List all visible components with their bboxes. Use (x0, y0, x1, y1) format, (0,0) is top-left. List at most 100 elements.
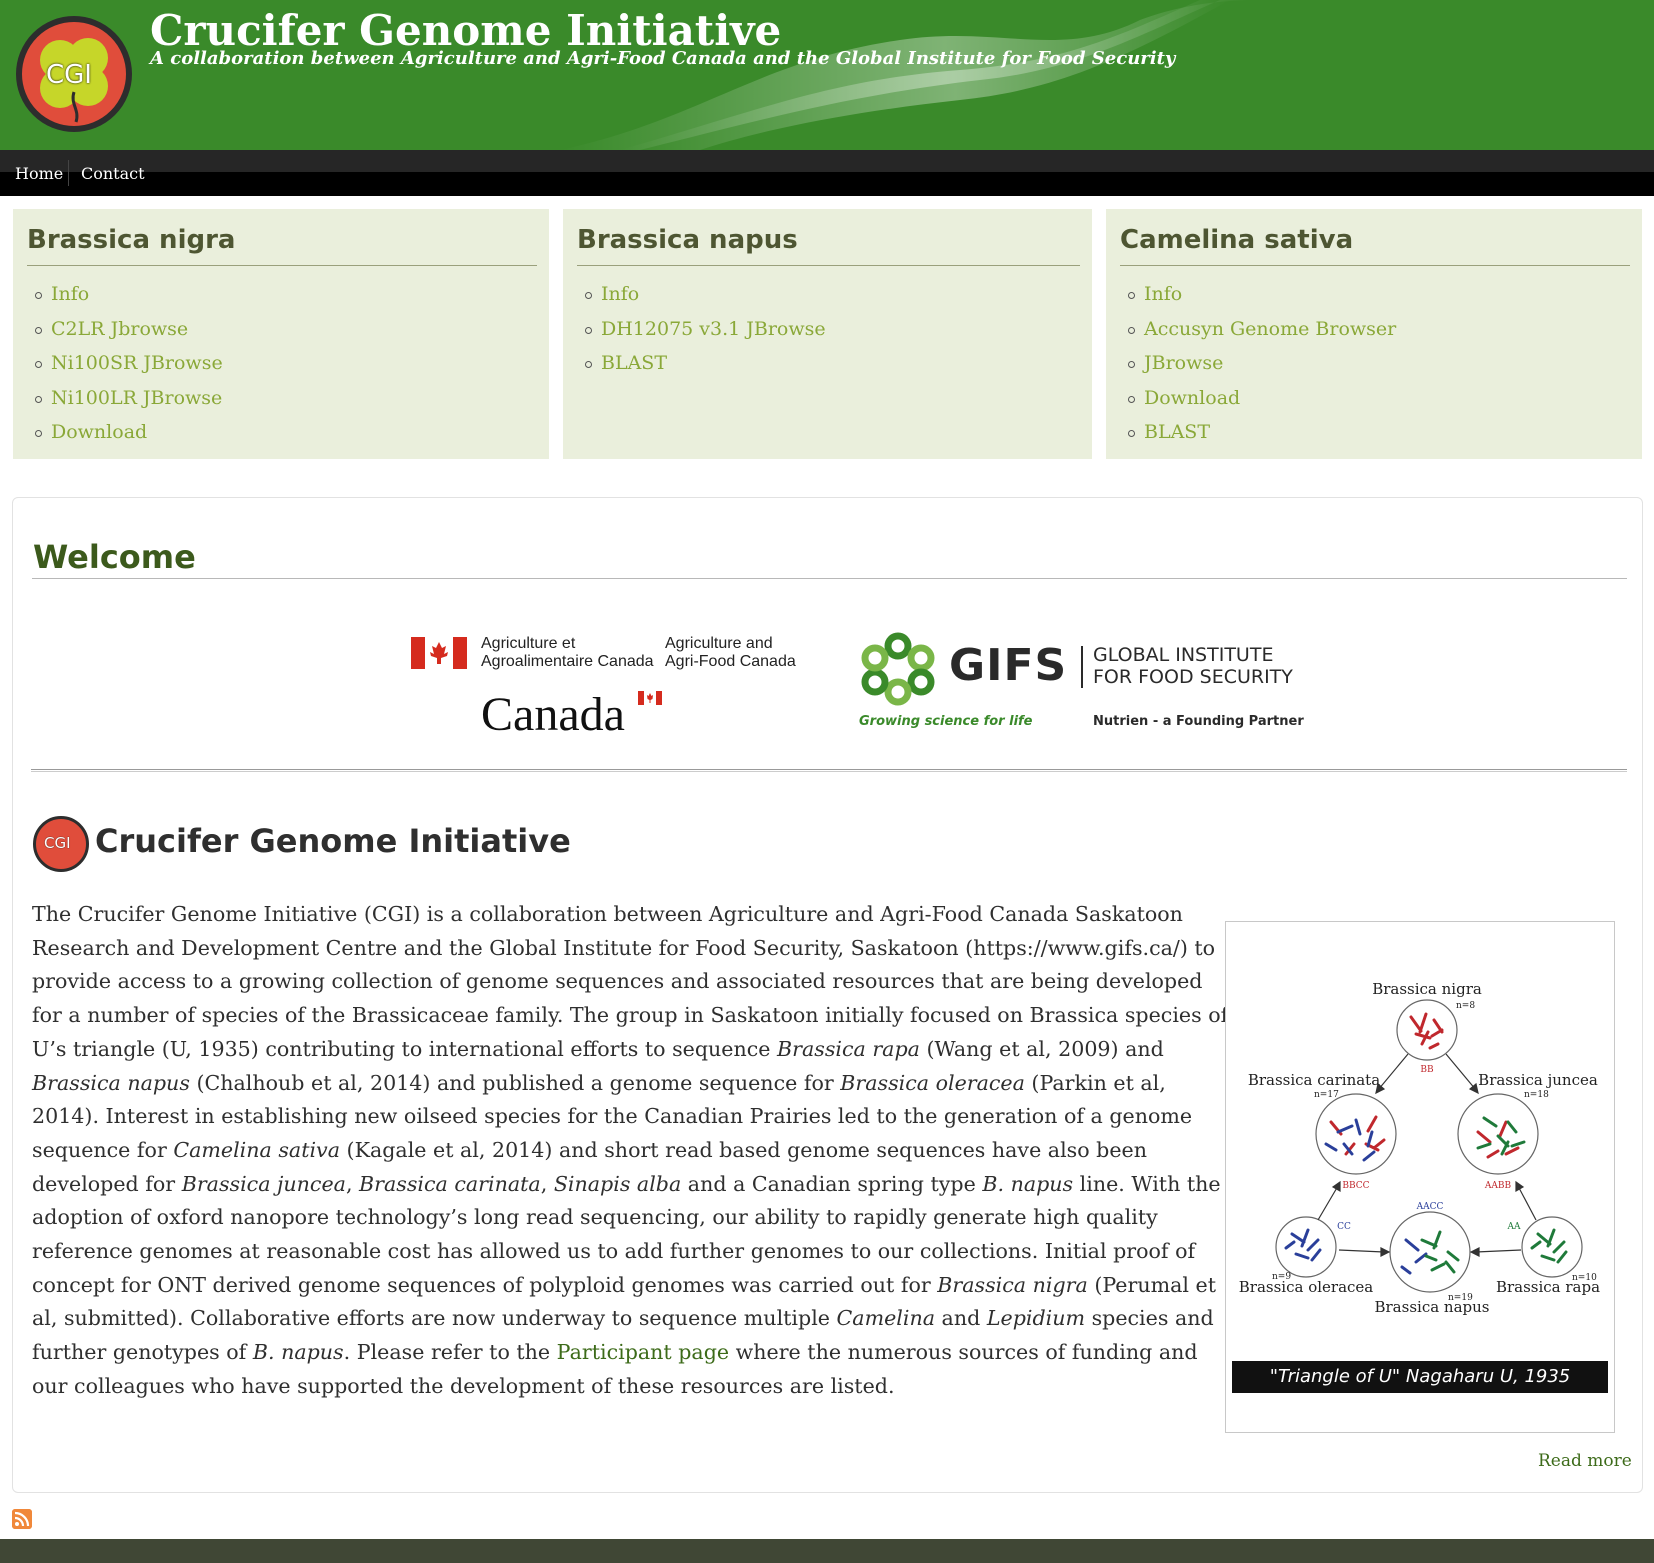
welcome-heading: Welcome (33, 538, 196, 576)
rss-feed-icon[interactable] (12, 1509, 32, 1529)
node-genome: AABB (1484, 1181, 1512, 1191)
welcome-divider (32, 578, 1627, 579)
aafc-fr-line2: Agroalimentaire Canada (481, 653, 654, 670)
aafc-english-name: Agriculture and Agri-Food Canada (665, 635, 796, 671)
text-run: (Wang et al, 2009) and (919, 1036, 1164, 1061)
text-run: , (540, 1171, 554, 1196)
panel-link-download[interactable]: Download (51, 421, 147, 443)
text-run: and (935, 1306, 987, 1331)
panel-link-c2lr-jbrowse[interactable]: C2LR Jbrowse (51, 318, 188, 340)
main-content: Welcome Agriculture et Agroalimentaire C… (12, 497, 1643, 1493)
list-item: BLAST (577, 346, 826, 381)
site-header: CGI Crucifer Genome Initiative A collabo… (0, 0, 1654, 150)
nav-contact-link[interactable]: Contact (81, 164, 145, 183)
participant-page-link[interactable]: Participant page (557, 1340, 729, 1364)
list-item: Download (1120, 381, 1396, 416)
node-chromosome-count: n=8 (1456, 1001, 1475, 1011)
species-name: Camelina (836, 1306, 935, 1331)
text-run: , (345, 1171, 360, 1196)
panel-link-dh12075-jbrowse[interactable]: DH12075 v3.1 JBrowse (601, 318, 826, 340)
section-divider (31, 769, 1627, 772)
main-nav: Home Contact (0, 150, 1654, 196)
read-more-link[interactable]: Read more (1538, 1451, 1632, 1471)
triangle-labels: Brassica nigra n=8 BB Brassica carinata … (1239, 980, 1600, 1316)
gifs-emblem-icon (861, 632, 935, 706)
aafc-en-line1: Agriculture and (665, 635, 773, 652)
logo-text: CGI (46, 60, 92, 90)
node-genome: CC (1337, 1222, 1351, 1232)
panel-link-accusyn[interactable]: Accusyn Genome Browser (1144, 318, 1396, 340)
figure-caption: "Triangle of U" Nagaharu U, 1935 (1232, 1361, 1608, 1393)
panel-link-list: Info DH12075 v3.1 JBrowse BLAST (577, 277, 826, 381)
aafc-french-name: Agriculture et Agroalimentaire Canada (481, 635, 654, 671)
list-item: C2LR Jbrowse (27, 312, 223, 347)
panel-title: Brassica nigra (27, 225, 236, 255)
list-item: BLAST (1120, 415, 1396, 450)
panel-brassica-napus: Brassica napus Info DH12075 v3.1 JBrowse… (563, 209, 1092, 459)
gifs-tagline: Growing science for life (859, 714, 1033, 729)
gifs-logo: GIFS GLOBAL INSTITUTE FOR FOOD SECURITY … (859, 632, 1304, 742)
text-run: (Chalhoub et al, 2014) and published a g… (189, 1070, 841, 1095)
panel-camelina-sativa: Camelina sativa Info Accusyn Genome Brow… (1106, 209, 1642, 459)
list-item: JBrowse (1120, 346, 1396, 381)
panel-link-info[interactable]: Info (601, 283, 639, 305)
species-name: Brassica carinata (359, 1171, 541, 1196)
panel-brassica-nigra: Brassica nigra Info C2LR Jbrowse Ni100SR… (13, 209, 549, 459)
panel-link-info[interactable]: Info (51, 283, 89, 305)
species-name: B. napus (252, 1340, 344, 1365)
gifs-divider (1081, 646, 1083, 688)
species-name: Brassica juncea (181, 1171, 346, 1196)
node-chromosome-count: n=19 (1448, 1293, 1473, 1303)
panel-link-download[interactable]: Download (1144, 387, 1240, 409)
node-chromosome-count: n=18 (1524, 1090, 1549, 1100)
wordmark-flag-icon (638, 691, 662, 705)
node-label: Brassica carinata (1248, 1071, 1380, 1089)
list-item: Ni100SR JBrowse (27, 346, 223, 381)
node-genome: BBCC (1342, 1181, 1369, 1191)
nav-separator (68, 160, 69, 186)
cgi-small-logo-text: CGI (44, 834, 71, 852)
species-name: Brassica napus (32, 1070, 190, 1095)
cgi-description: The Crucifer Genome Initiative (CGI) is … (32, 898, 1237, 1404)
aafc-en-line2: Agri-Food Canada (665, 653, 796, 670)
aafc-fr-line1: Agriculture et (481, 635, 576, 652)
site-footer (0, 1539, 1654, 1563)
panel-link-ni100lr-jbrowse[interactable]: Ni100LR JBrowse (51, 387, 222, 409)
gifs-full-name: GLOBAL INSTITUTE FOR FOOD SECURITY (1093, 644, 1293, 688)
panel-link-info[interactable]: Info (1144, 283, 1182, 305)
panel-link-blast[interactable]: BLAST (601, 352, 667, 374)
panel-link-blast[interactable]: BLAST (1144, 421, 1210, 443)
species-name: Brassica oleracea (840, 1070, 1025, 1095)
species-name: Camelina sativa (173, 1137, 340, 1162)
species-name: Lepidium (986, 1306, 1086, 1331)
panel-title: Camelina sativa (1120, 225, 1354, 255)
cgi-small-logo: CGI (33, 816, 89, 872)
gifs-partner: Nutrien - a Founding Partner (1093, 714, 1304, 729)
list-item: Info (1120, 277, 1396, 312)
list-item: Info (27, 277, 223, 312)
panel-link-list: Info C2LR Jbrowse Ni100SR JBrowse Ni100L… (27, 277, 223, 450)
cgi-heading: Crucifer Genome Initiative (95, 822, 571, 860)
gifs-name: GIFS (949, 640, 1068, 691)
node-genome: AACC (1416, 1202, 1444, 1212)
node-chromosome-count: n=10 (1572, 1273, 1597, 1283)
canada-flag-icon (411, 637, 467, 669)
canada-wordmark: Canada (481, 688, 625, 741)
text-run: . Please refer to the (343, 1340, 557, 1365)
nav-home-link[interactable]: Home (15, 164, 63, 183)
species-name: Brassica nigra (937, 1272, 1088, 1297)
node-label: Brassica juncea (1478, 1071, 1598, 1089)
panel-link-ni100sr-jbrowse[interactable]: Ni100SR JBrowse (51, 352, 223, 374)
species-name: Brassica rapa (777, 1036, 920, 1061)
node-label: Brassica nigra (1372, 980, 1482, 998)
site-slogan: A collaboration between Agriculture and … (150, 48, 1176, 69)
list-item: Accusyn Genome Browser (1120, 312, 1396, 347)
list-item: DH12075 v3.1 JBrowse (577, 312, 826, 347)
text-run: and a Canadian spring type (681, 1171, 983, 1196)
triangle-of-u-figure[interactable]: Brassica nigra n=8 BB Brassica carinata … (1225, 921, 1615, 1433)
gifs-full-line1: GLOBAL INSTITUTE (1093, 644, 1274, 666)
panel-link-jbrowse[interactable]: JBrowse (1144, 352, 1223, 374)
species-name: Sinapis alba (553, 1171, 682, 1196)
panel-divider (27, 265, 537, 266)
gifs-full-line2: FOR FOOD SECURITY (1093, 666, 1293, 688)
